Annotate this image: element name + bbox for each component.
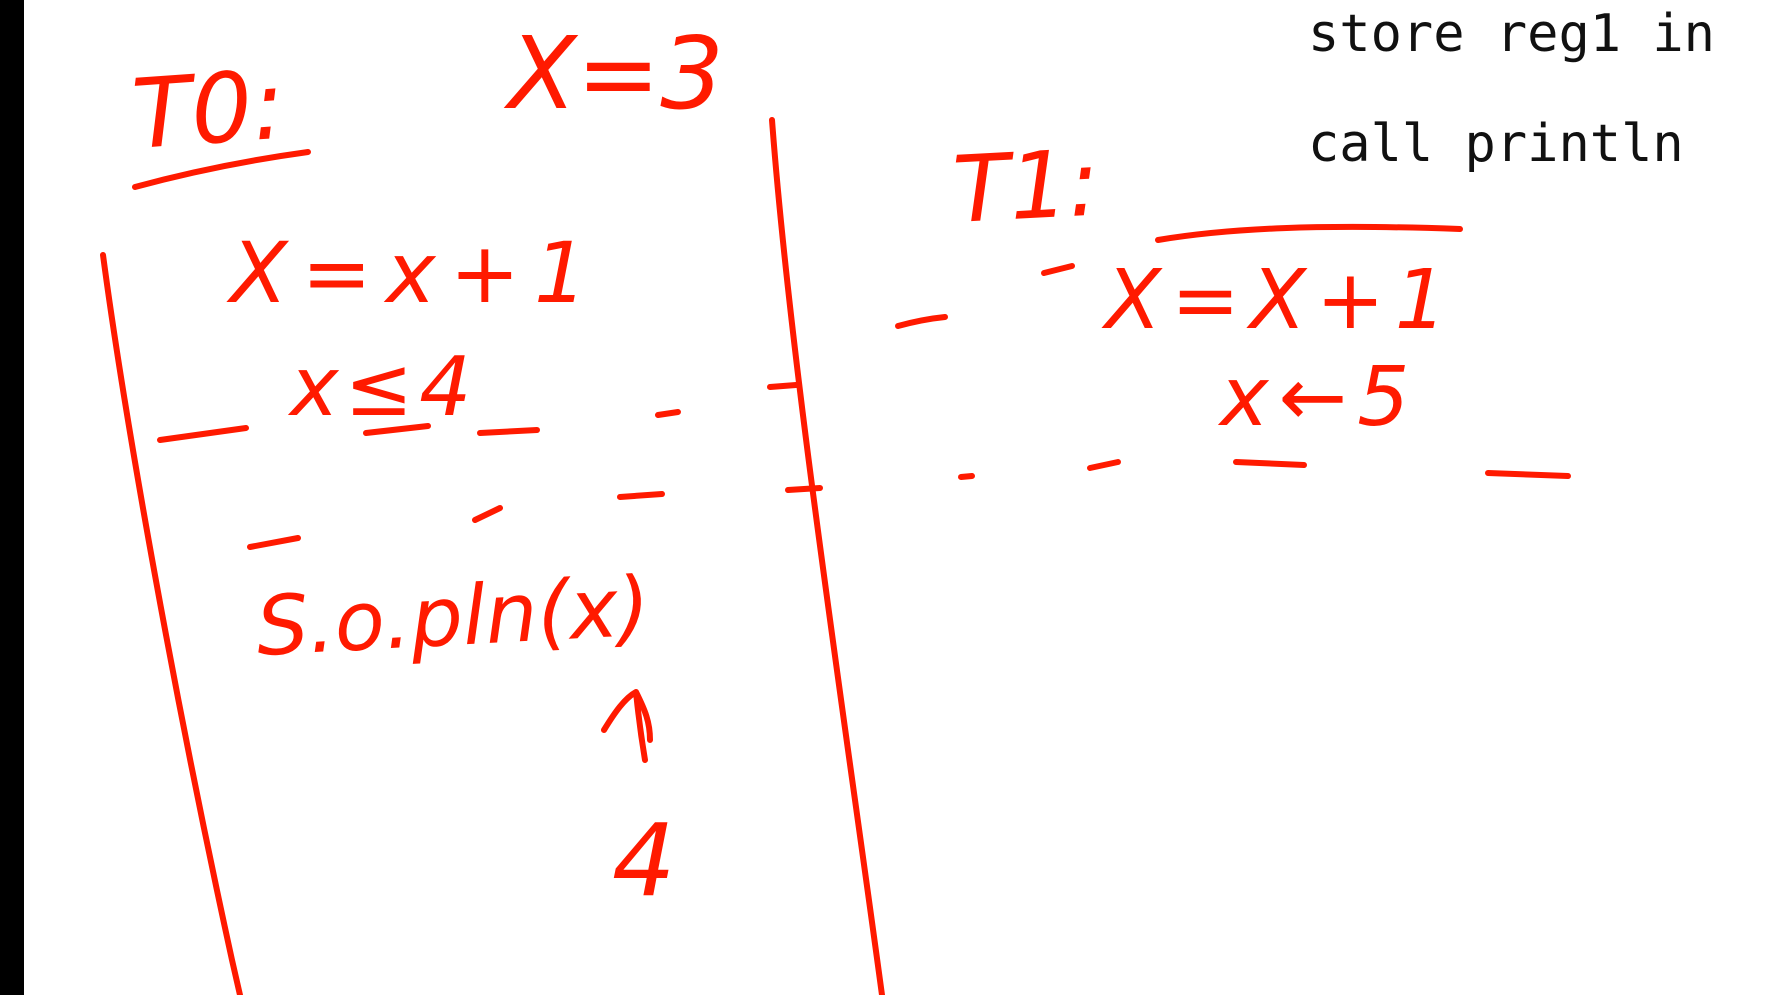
- t1-statement: X=X+1: [1101, 253, 1457, 348]
- handwritten-annotations: T0: X=3 X=x+1 x≤4 S.o.pln(x) 4 T1: X=X+1…: [100, 15, 1571, 995]
- dash: [958, 473, 975, 480]
- dash: [655, 409, 681, 418]
- dash: [1233, 459, 1307, 468]
- dash: [1087, 459, 1121, 471]
- dash: [785, 485, 823, 493]
- t0-print: S.o.pln(x): [254, 559, 652, 674]
- t1-write: x←5: [1217, 350, 1419, 445]
- dash: [472, 505, 503, 523]
- dash: [617, 491, 665, 500]
- t0-right-border: [769, 117, 885, 995]
- dash: [1485, 470, 1571, 479]
- x-initial-value: X=3: [503, 15, 724, 132]
- t0-printed-value: 4: [612, 802, 676, 919]
- dash: [767, 382, 799, 390]
- t0-left-border: [100, 252, 243, 995]
- dash: [247, 535, 301, 550]
- dash: [477, 427, 540, 436]
- dash: [157, 425, 249, 443]
- dash: [1041, 263, 1075, 276]
- t0-statement: X=x+1: [226, 224, 601, 322]
- t1-underline: [1155, 223, 1463, 243]
- t0-label: T0:: [129, 49, 289, 171]
- t0-write: x≤4: [287, 340, 477, 435]
- dash: [895, 314, 948, 329]
- video-frame: store reg1 in call println T0: X=3 X=x+1…: [0, 0, 1773, 995]
- t1-label: T1:: [951, 129, 1102, 243]
- up-arrow-icon: [601, 689, 653, 763]
